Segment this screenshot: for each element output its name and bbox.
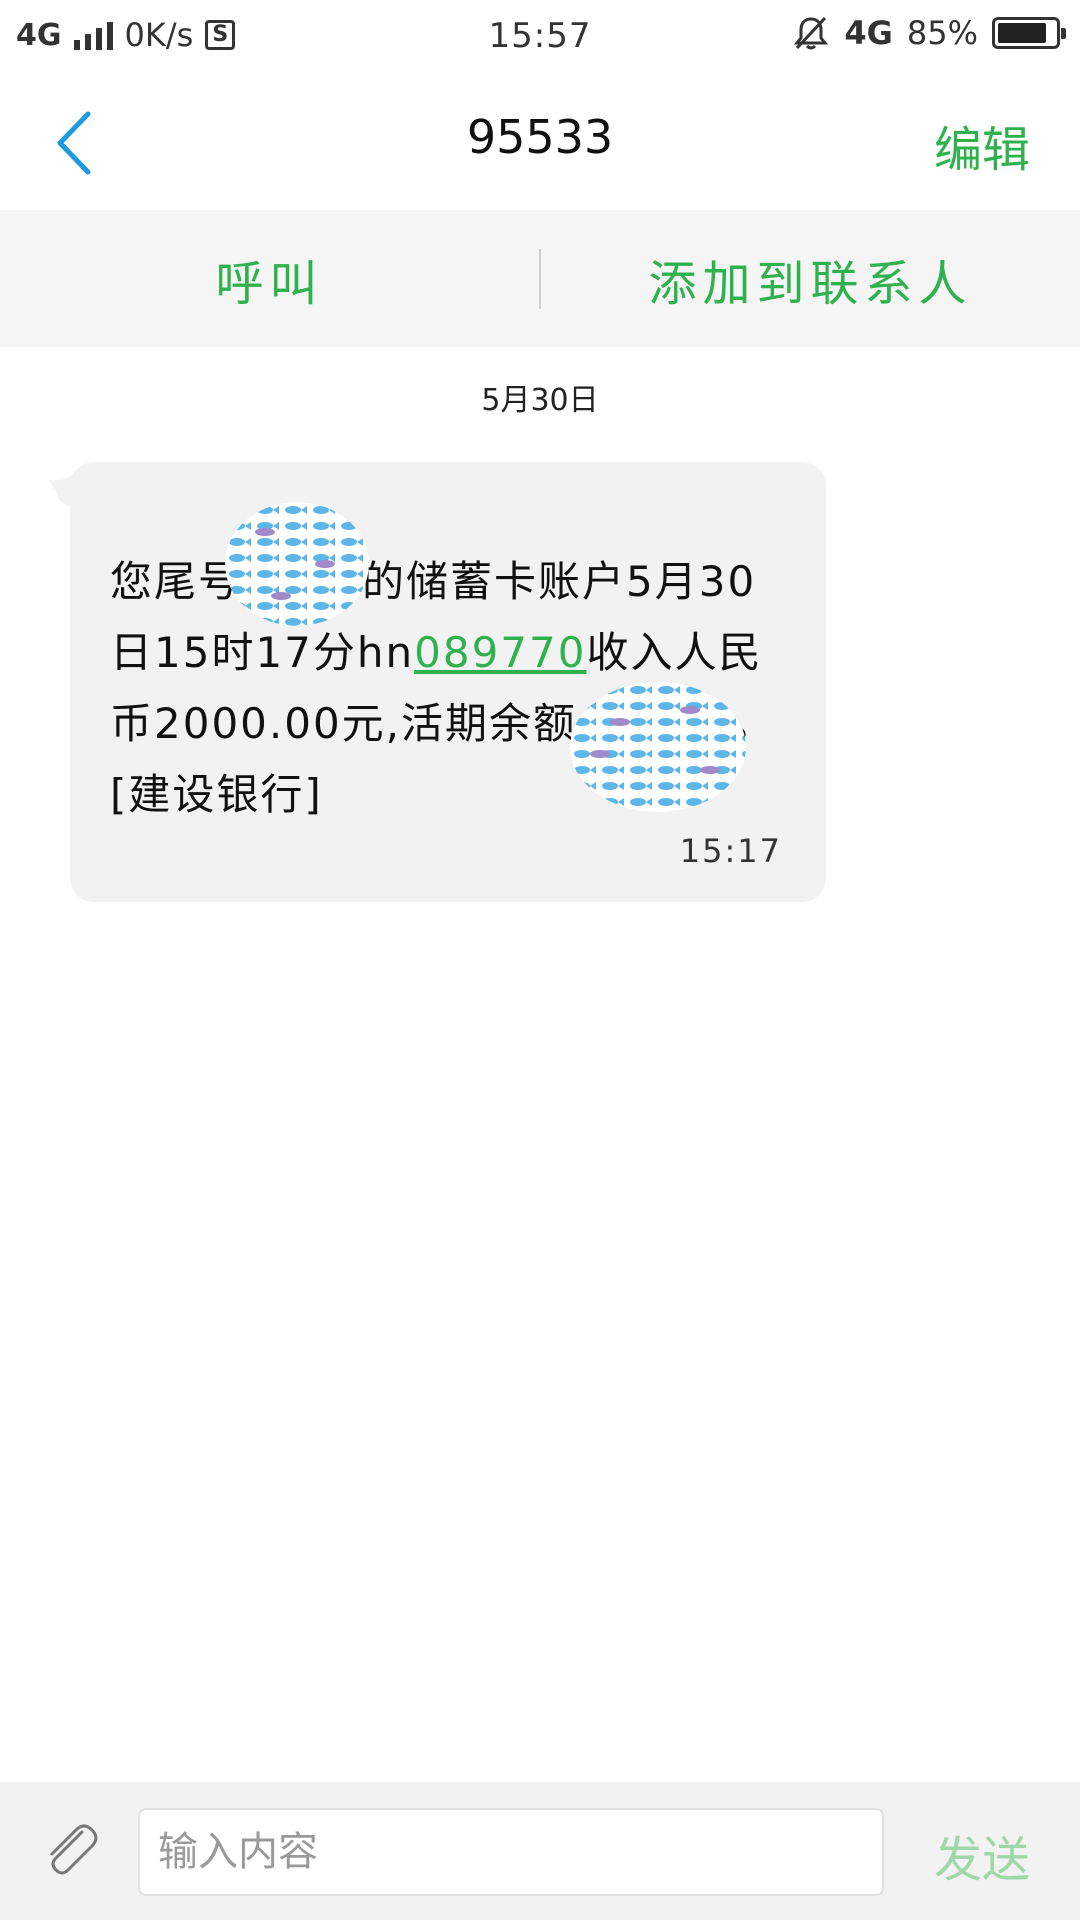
edit-button[interactable]: 编辑 (934, 110, 1030, 180)
conversation-header: 95533 编辑 (0, 72, 1080, 210)
battery-percent: 85% (906, 14, 978, 52)
contact-action-bar: 呼叫 添加到联系人 (0, 210, 1080, 347)
add-contact-button[interactable]: 添加到联系人 (541, 244, 1080, 314)
message-composer: 发送 (0, 1782, 1080, 1920)
attachment-paperclip-icon[interactable] (38, 1818, 102, 1882)
contact-title: 95533 (466, 110, 614, 164)
message-input[interactable] (140, 1810, 882, 1894)
privacy-mask-sticker (225, 502, 369, 626)
send-button[interactable]: 发送 (934, 1820, 1030, 1890)
message-bubble[interactable]: 您尾号 的储蓄卡账户5月30日15时17分hn089770收入人民币2000.00… (70, 462, 826, 902)
message-link[interactable]: 089770 (414, 628, 586, 677)
privacy-mask-sticker (570, 682, 746, 812)
call-button[interactable]: 呼叫 (0, 244, 539, 314)
battery-icon (992, 17, 1066, 49)
mute-bell-icon (794, 16, 829, 50)
message-input-container (138, 1808, 884, 1896)
battery-fill (998, 23, 1046, 43)
status-right: 4G 85% (792, 14, 1066, 52)
status-bar: 4G 0K/s S 15:57 4G 85% (0, 0, 1080, 72)
date-separator: 5月30日 (481, 383, 599, 418)
message-part: 您尾号 (110, 557, 243, 606)
network-type-right: 4G (844, 14, 893, 52)
message-time: 15:17 (679, 832, 782, 870)
